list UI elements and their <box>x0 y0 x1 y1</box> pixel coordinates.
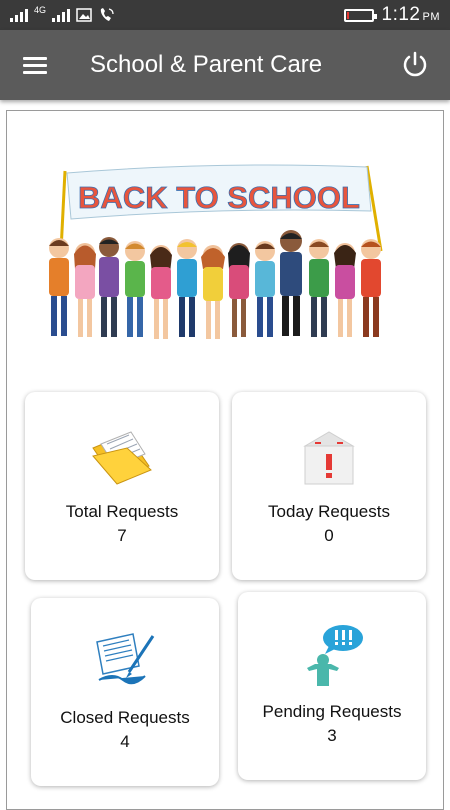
pending-requests-label: Pending Requests <box>262 702 402 721</box>
signal-icon-2 <box>52 8 71 22</box>
signal-icon <box>10 8 28 22</box>
pending-requests-count: 3 <box>327 726 337 745</box>
power-icon <box>403 51 427 77</box>
status-bar: 4G 1:12 PM <box>0 0 450 30</box>
clock-time: 1:12 <box>381 4 421 25</box>
clock: 1:12 PM <box>382 4 440 26</box>
folder-documents-icon <box>92 431 152 485</box>
total-requests-count: 7 <box>117 526 127 545</box>
content-area: BACK TO SCHOOL Total Requests 7 Today Re… <box>6 110 444 810</box>
app-title: School & Parent Care <box>90 51 323 78</box>
pending-requests-card[interactable]: Pending Requests 3 <box>238 592 426 780</box>
menu-button[interactable] <box>0 30 70 100</box>
children-illustration <box>49 230 381 339</box>
battery-icon <box>343 8 377 22</box>
closed-requests-card[interactable]: Closed Requests 4 <box>31 598 219 786</box>
total-requests-label: Total Requests <box>65 502 179 521</box>
confused-person-icon <box>307 625 363 686</box>
closed-requests-label: Closed Requests <box>60 708 190 727</box>
app-bar: School & Parent Care <box>0 30 450 100</box>
today-requests-card[interactable]: Today Requests 0 <box>232 392 426 580</box>
call-icon <box>100 8 114 21</box>
today-requests-count: 0 <box>324 526 334 545</box>
hamburger-menu-icon <box>23 53 47 78</box>
today-requests-label: Today Requests <box>268 502 390 521</box>
inbox-alert-icon <box>303 431 355 485</box>
gallery-icon <box>76 8 92 22</box>
closed-requests-count: 4 <box>120 732 130 751</box>
power-button[interactable] <box>380 30 450 100</box>
banner-text: BACK TO SCHOOL <box>78 180 360 215</box>
total-requests-card[interactable]: Total Requests 7 <box>25 392 219 580</box>
status-icons: 4G <box>10 5 116 23</box>
clock-ampm: PM <box>422 11 440 23</box>
signed-document-icon <box>96 633 155 685</box>
back-to-school-banner: BACK TO SCHOOL <box>49 164 383 339</box>
network-type: 4G <box>34 5 47 15</box>
